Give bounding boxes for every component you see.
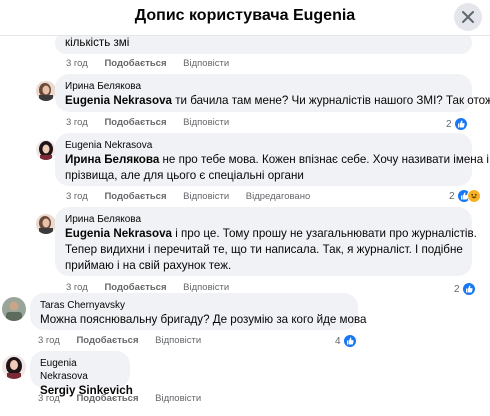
comment-time[interactable]: 3 год [38,335,60,346]
comment-text-line: приймаю і на свій рахунок теж. [65,259,232,272]
comment-text: Eugenia Nekrasova ти бачила там мене? Чи… [65,93,490,109]
comment-author[interactable]: Taras Chernyavsky [40,299,348,312]
reaction-summary[interactable]: 2 [454,281,476,297]
reply-link[interactable]: Відповісти [155,335,201,346]
edited-label[interactable]: Відредаговано [246,191,310,202]
haha-icon [466,189,481,203]
avatar[interactable] [36,214,56,234]
comment-bubble: Ирина Белякова Eugenia Nekrasova ти бачи… [55,74,490,112]
comment-actions: 3 год Подобається Відповісти [38,335,215,346]
reply-link[interactable]: Відповісти [183,117,229,128]
comments-list: кількість змі 3 год Подобається Відповіс… [0,36,490,416]
comment-body: ти бачила там мене? Чи журналістів нашог… [171,94,490,107]
dialog-title: Допис користувача Eugenia [134,7,356,24]
like-link[interactable]: Подобається [104,282,166,293]
comment-time[interactable]: 3 год [38,393,60,404]
mention-link[interactable]: Eugenia Nekrasova [65,94,172,107]
comment-bubble: Taras Chernyavsky Можна пояснювальну бри… [30,293,367,330]
reply-link[interactable]: Відповісти [155,393,201,404]
comment-author[interactable]: Eugenia Nekrasova [65,139,462,152]
like-link[interactable]: Подобається [76,335,138,346]
reaction-summary[interactable]: 2 [449,188,481,204]
comment-author[interactable]: Eugenia Nekrasova [40,357,120,383]
comment-time[interactable]: 3 год [66,191,88,202]
avatar-image [2,355,26,379]
like-icon [342,334,357,348]
comment-actions: 3 год Подобається Відповісти [66,282,243,293]
avatar[interactable] [2,297,26,321]
avatar[interactable] [2,355,26,379]
comment-actions: 3 год Подобається Відповісти [66,58,243,69]
comment-text-line: прізвища, але для цього є спеціальні орг… [65,169,304,182]
comment-bubble: Eugenia Nekrasova Sergiy Sinkevich [30,351,133,397]
like-link[interactable]: Подобається [104,58,166,69]
comment-actions: 3 год Подобається Відповісти [66,117,243,128]
comment-author[interactable]: Ирина Белякова [65,213,462,226]
dialog-header: Допис користувача Eugenia [0,0,490,36]
comment-text: Eugenia Nekrasova і про це. Тому прошу н… [65,226,477,242]
comment-author[interactable]: Ирина Белякова [65,80,462,93]
reaction-count: 2 [454,283,460,295]
comment-time[interactable]: 3 год [66,58,88,69]
comment-bubble: Eugenia Nekrasova Ирина Белякова не про … [55,133,489,186]
reply-link[interactable]: Відповісти [183,191,229,202]
avatar[interactable] [36,81,56,101]
close-button[interactable] [454,3,482,31]
comment-body: і про це. Тому прошу не узагальнювати пр… [171,227,477,240]
reply-link[interactable]: Відповісти [183,58,229,69]
like-link[interactable]: Подобається [76,393,138,404]
comment-time[interactable]: 3 год [66,282,88,293]
like-link[interactable]: Подобається [104,191,166,202]
comment-text: кількість змі [65,36,130,49]
avatar-image [36,214,56,234]
reaction-summary[interactable]: 2 [446,116,468,132]
comment-time[interactable]: 3 год [66,117,88,128]
close-icon [462,11,474,23]
reaction-count: 4 [335,335,341,347]
mention-link[interactable]: Ирина Белякова [65,153,159,166]
like-icon [453,117,468,131]
mention-link[interactable]: Eugenia Nekrasova [65,227,172,240]
reaction-summary[interactable]: 4 [335,333,357,349]
comment-bubble: Ирина Белякова Eugenia Nekrasova і про ц… [55,207,477,276]
avatar[interactable] [36,140,56,160]
comment-actions: 3 год Подобається Відповісти Відредагова… [66,191,324,202]
comment-body: не про тебе мова. Кожен впізнає себе. Хо… [159,153,489,166]
comment-actions: 3 год Подобається Відповісти [38,393,215,404]
avatar-image [36,81,56,101]
comment-text: Можна пояснювальну бригаду? Де розумію з… [40,313,367,326]
like-icon [461,282,476,296]
comment-bubble: кількість змі [55,36,472,54]
reaction-count: 2 [449,190,455,202]
reply-link[interactable]: Відповісти [183,282,229,293]
like-link[interactable]: Подобається [104,117,166,128]
reaction-count: 2 [446,118,452,130]
avatar-image [2,297,26,321]
avatar-image [36,140,56,160]
comment-text-line: Тепер видихни і перечитай те, що ти напи… [65,243,463,256]
comment-text: Ирина Белякова не про тебе мова. Кожен в… [65,152,489,168]
